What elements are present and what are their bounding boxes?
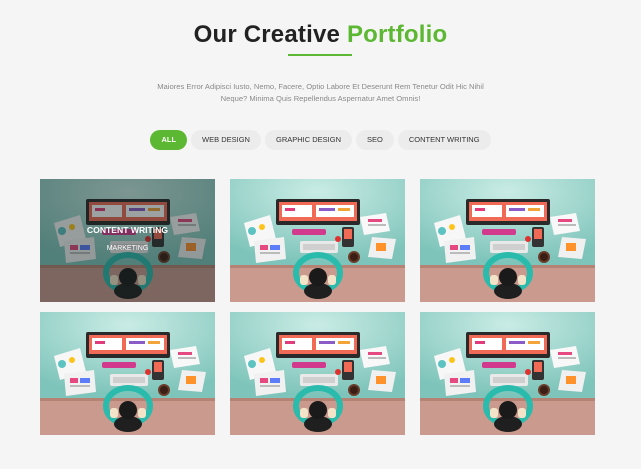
portfolio-item-1[interactable]: CONTENT WRITING MARKETING [40,179,215,302]
section-title: Our Creative Portfolio [0,21,641,49]
title-accent: Portfolio [346,21,448,48]
filter-all[interactable]: ALL [150,130,188,150]
portfolio-filters: ALL WEB DESIGN GRAPHIC DESIGN SEO CONTEN… [0,130,641,150]
portfolio-item-4[interactable] [40,312,215,435]
portfolio-image [230,179,405,302]
overlay-title: CONTENT WRITING [86,225,169,235]
portfolio-item-5[interactable] [230,312,405,435]
portfolio-image [230,312,405,435]
filter-web-design[interactable]: WEB DESIGN [191,130,261,150]
portfolio-item-3[interactable] [420,179,595,302]
portfolio-image [420,179,595,302]
title-underline [288,54,352,56]
portfolio-overlay: CONTENT WRITING MARKETING [40,179,215,302]
filter-seo[interactable]: SEO [356,130,394,150]
section-subtitle: Maiores Error Adipisci Iusto, Nemo, Face… [157,82,484,103]
portfolio-item-6[interactable] [420,312,595,435]
filter-graphic-design[interactable]: GRAPHIC DESIGN [264,130,352,150]
portfolio-image [420,312,595,435]
filter-content-writing[interactable]: CONTENT WRITING [397,130,491,150]
portfolio-item-2[interactable] [230,179,405,302]
portfolio-image [40,312,215,435]
overlay-category: MARKETING [106,245,149,252]
title-main: Our Creative [193,21,341,48]
